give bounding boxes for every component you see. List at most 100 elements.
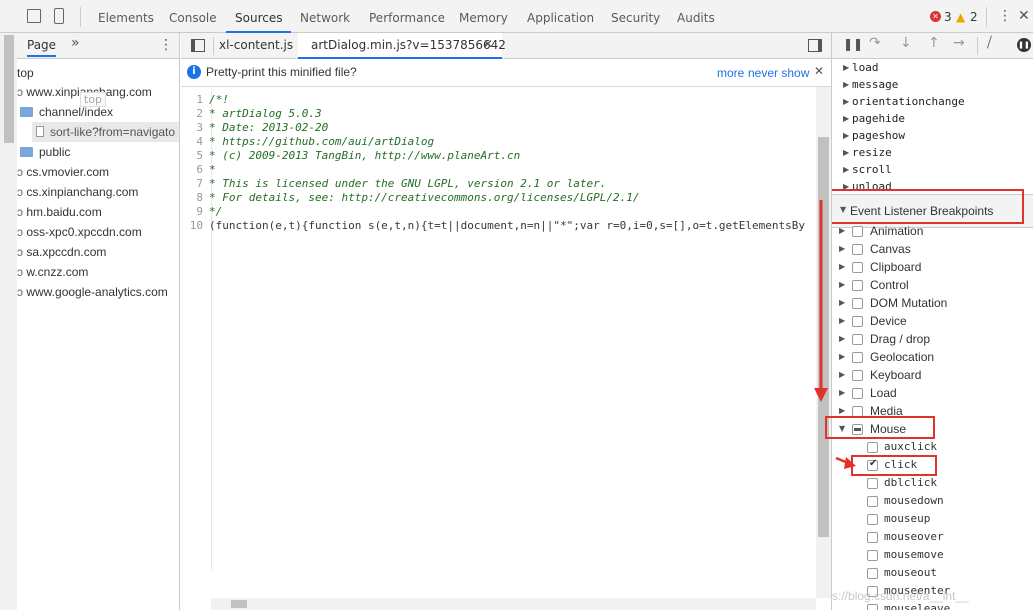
expand-arrow-icon[interactable]: ▶ xyxy=(843,148,849,157)
tree-item-top[interactable]: top xyxy=(17,66,34,80)
infobar-never-show-link[interactable]: never show xyxy=(748,66,809,80)
tree-item-domain[interactable]: ↄ sa.xpccdn.com xyxy=(17,245,106,259)
code-line[interactable]: 9 */ xyxy=(181,205,222,219)
tab-console[interactable]: Console xyxy=(169,0,217,33)
line-number[interactable]: 4 xyxy=(181,135,209,149)
code-line[interactable]: 3 * Date: 2013-02-20 xyxy=(181,121,328,135)
event-checkbox[interactable] xyxy=(867,604,878,610)
mouse-event-breakpoint[interactable]: mouseup xyxy=(832,511,1033,529)
line-number[interactable]: 8 xyxy=(181,191,209,205)
event-item[interactable]: message xyxy=(852,78,898,91)
line-number[interactable]: 7 xyxy=(181,177,209,191)
tree-item-domain[interactable]: ↄ www.google-analytics.com xyxy=(17,285,168,299)
close-icon[interactable]: ✕ xyxy=(1018,8,1030,24)
event-item[interactable]: scroll xyxy=(852,163,892,176)
event-checkbox[interactable] xyxy=(867,496,878,507)
tab-sources[interactable]: Sources xyxy=(226,0,292,33)
tab-performance[interactable]: Performance xyxy=(369,0,445,33)
tab-elements[interactable]: Elements xyxy=(98,0,154,33)
expand-arrow-icon[interactable]: ▶ xyxy=(843,131,849,140)
event-checkbox[interactable] xyxy=(867,532,878,543)
code-line[interactable]: 2 * artDialog 5.0.3 xyxy=(181,107,321,121)
expand-arrow-icon[interactable]: ▶ xyxy=(843,97,849,106)
line-number[interactable]: 3 xyxy=(181,121,209,135)
toggle-navigator-icon[interactable] xyxy=(191,39,205,52)
editor-tab-artdialog[interactable]: artDialog.min.js?v=1537856642 xyxy=(311,38,506,52)
tree-item-domain[interactable]: ↄ oss-xpc0.xpccdn.com xyxy=(17,225,142,239)
event-item[interactable]: orientationchange xyxy=(852,95,965,108)
mouse-event-breakpoint[interactable]: mouseover xyxy=(832,529,1033,547)
line-number[interactable]: 2 xyxy=(181,107,209,121)
error-icon[interactable]: ✕ xyxy=(930,11,941,22)
event-checkbox[interactable] xyxy=(867,514,878,525)
close-tab-icon[interactable]: ✕ xyxy=(483,37,493,51)
toggle-debugger-icon[interactable] xyxy=(808,39,822,52)
warning-icon[interactable]: ▲ xyxy=(956,10,965,24)
code-line[interactable]: 5 * (c) 2009-2013 TangBin, http://www.pla… xyxy=(181,149,520,163)
event-item[interactable]: resize xyxy=(852,146,892,159)
code-line[interactable]: 6 * xyxy=(181,163,215,177)
step-into-icon[interactable]: ↓ xyxy=(900,35,912,51)
device-toggle-icon[interactable] xyxy=(54,8,64,24)
mouse-event-breakpoint[interactable]: mousemove xyxy=(832,547,1033,565)
code-line[interactable]: 8 * For details, see: http://creativecomm… xyxy=(181,191,639,205)
tree-item-file[interactable]: sort-like?from=navigato xyxy=(36,125,175,139)
tab-network[interactable]: Network xyxy=(300,0,350,33)
expand-arrow-icon[interactable]: ▶ xyxy=(843,63,849,72)
code-line[interactable]: 7 * This is licensed under the GNU LGPL, … xyxy=(181,177,606,191)
tab-application[interactable]: Application xyxy=(527,0,594,33)
deactivate-breakpoints-icon[interactable]: ⧸ xyxy=(987,35,992,51)
inspect-icon[interactable] xyxy=(27,9,41,23)
mouse-event-breakpoint[interactable]: mouseout xyxy=(832,565,1033,583)
code-line[interactable]: 1/*! xyxy=(181,93,229,107)
debugger-toolbar: ❚❚ ↷ ↓ ↑ → ⧸ ❚❚ xyxy=(832,33,1033,59)
expand-arrow-icon[interactable]: ▶ xyxy=(843,114,849,123)
step-out-icon[interactable]: ↑ xyxy=(928,35,940,51)
mouse-event-breakpoint[interactable]: mousedown xyxy=(832,493,1033,511)
event-checkbox[interactable] xyxy=(867,568,878,579)
line-number[interactable]: 10 xyxy=(181,219,209,233)
more-tabs-button[interactable]: » xyxy=(71,35,80,51)
line-number[interactable]: 9 xyxy=(181,205,209,219)
event-item[interactable]: pageshow xyxy=(852,129,905,142)
code-line[interactable]: 4 * https://github.com/aui/artDialog xyxy=(181,135,434,149)
pause-on-exceptions-icon[interactable]: ❚❚ xyxy=(1017,38,1031,52)
event-checkbox[interactable] xyxy=(867,550,878,561)
step-over-icon[interactable]: ↷ xyxy=(869,35,881,51)
line-number[interactable]: 6 xyxy=(181,163,209,177)
line-number[interactable]: 1 xyxy=(181,93,209,107)
editor-tab-xl-content[interactable]: xl-content.js xyxy=(219,38,293,52)
expand-arrow-icon[interactable]: ▶ xyxy=(843,80,849,89)
tree-item-folder[interactable]: public xyxy=(20,145,70,159)
line-number[interactable]: 5 xyxy=(181,149,209,163)
tab-audits[interactable]: Audits xyxy=(677,0,715,33)
scrollbar-thumb[interactable] xyxy=(4,35,14,143)
navigator-menu-icon[interactable]: ⋮ xyxy=(159,37,173,53)
event-item[interactable]: load xyxy=(852,61,879,74)
cloud-icon: ↄ xyxy=(17,285,27,299)
code-line[interactable]: 10 (function(e,t){function s(e,t,n){t=t||… xyxy=(181,219,805,233)
pause-icon[interactable]: ❚❚ xyxy=(843,37,863,51)
tree-item-domain[interactable]: ↄ hm.baidu.com xyxy=(17,205,102,219)
tab-page[interactable]: Page xyxy=(27,38,57,57)
tab-security[interactable]: Security xyxy=(611,0,660,33)
code-text: * For details, see: http://creativecommo… xyxy=(209,191,640,204)
navigator-scrollbar[interactable] xyxy=(0,33,17,610)
scrollbar-thumb[interactable] xyxy=(231,600,247,608)
tree-item-folder[interactable]: channel/index xyxy=(20,105,113,119)
tab-memory[interactable]: Memory xyxy=(459,0,508,33)
cloud-icon: ↄ xyxy=(17,85,27,99)
editor-hscrollbar[interactable] xyxy=(211,598,816,610)
step-icon[interactable]: → xyxy=(953,35,965,51)
event-item[interactable]: pagehide xyxy=(852,112,905,125)
cloud-icon: ↄ xyxy=(17,165,27,179)
infobar-more-link[interactable]: more xyxy=(717,66,744,80)
tree-item-domain[interactable]: ↄ cs.xinpianchang.com xyxy=(17,185,138,199)
tree-item-domain[interactable]: ↄ cs.vmovier.com xyxy=(17,165,109,179)
cloud-icon: ↄ xyxy=(17,245,27,259)
event-label: mouseleave xyxy=(884,602,951,610)
tree-item-domain[interactable]: ↄ w.cnzz.com xyxy=(17,265,88,279)
menu-dots-icon[interactable]: ⋮ xyxy=(998,8,1012,24)
expand-arrow-icon[interactable]: ▶ xyxy=(843,165,849,174)
infobar-close-icon[interactable]: ✕ xyxy=(814,64,824,78)
